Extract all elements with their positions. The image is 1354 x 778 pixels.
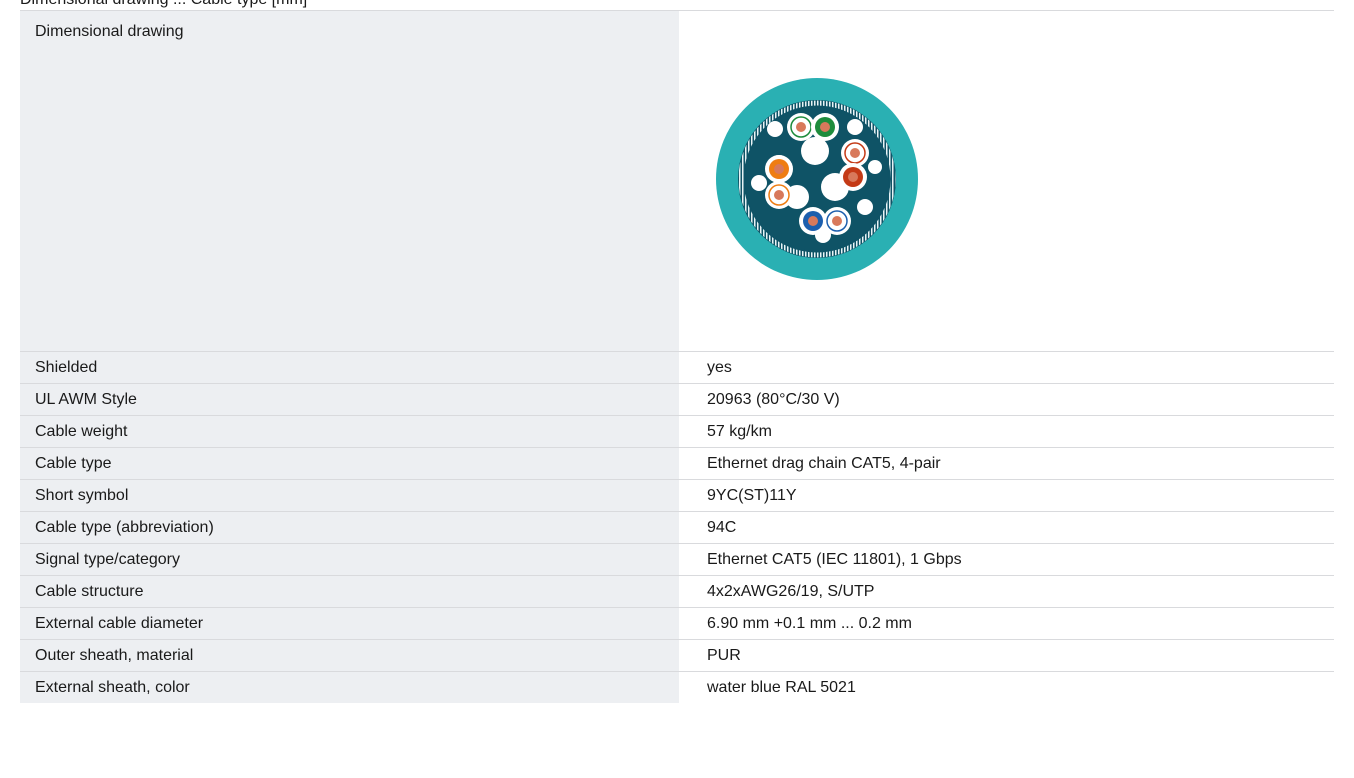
row-label: Outer sheath, material xyxy=(20,639,679,672)
table-row: Cable weight 57 kg/km xyxy=(20,415,1334,448)
technical-data-table: Dimensional drawing Shielded yes UL AWM … xyxy=(20,10,1334,703)
row-label: Dimensional drawing xyxy=(20,10,679,352)
drawing-cell xyxy=(679,10,1334,352)
row-value: 6.90 mm +0.1 mm ... 0.2 mm xyxy=(679,607,1334,640)
table-row: Cable type Ethernet drag chain CAT5, 4-pa… xyxy=(20,447,1334,480)
table-row: Cable type (abbreviation) 94C xyxy=(20,511,1334,544)
row-label: External cable diameter xyxy=(20,607,679,640)
row-value: water blue RAL 5021 xyxy=(679,671,1334,703)
row-value: yes xyxy=(679,351,1334,384)
row-value: PUR xyxy=(679,639,1334,672)
row-label: Cable type (abbreviation) xyxy=(20,511,679,544)
table-row: External cable diameter 6.90 mm +0.1 mm .… xyxy=(20,607,1334,640)
row-label: Short symbol xyxy=(20,479,679,512)
table-row: Signal type/category Ethernet CAT5 (IEC 1… xyxy=(20,543,1334,576)
table-row: Shielded yes xyxy=(20,351,1334,384)
row-label: External sheath, color xyxy=(20,671,679,703)
row-value: 20963 (80°C/30 V) xyxy=(679,383,1334,416)
row-label: Signal type/category xyxy=(20,543,679,576)
table-row: UL AWM Style 20963 (80°C/30 V) xyxy=(20,383,1334,416)
spec-rows: Shielded yes UL AWM Style 20963 (80°C/30 V)… xyxy=(20,351,1334,703)
row-label: Cable weight xyxy=(20,415,679,448)
table-row: Short symbol 9YC(ST)11Y xyxy=(20,479,1334,512)
spec-page: Dimensional drawing ... Cable type [mm] … xyxy=(0,0,1354,778)
table-row: Cable structure 4x2xAWG26/19, S/UTP xyxy=(20,575,1334,608)
row-value: 9YC(ST)11Y xyxy=(679,479,1334,512)
cut-off-heading: Dimensional drawing ... Cable type [mm] xyxy=(20,0,307,9)
row-value: Ethernet drag chain CAT5, 4-pair xyxy=(679,447,1334,480)
row-value: 57 kg/km xyxy=(679,415,1334,448)
table-row: Dimensional drawing xyxy=(20,10,1334,352)
row-label: Cable structure xyxy=(20,575,679,608)
table-row: Outer sheath, material PUR xyxy=(20,639,1334,672)
row-label: Cable type xyxy=(20,447,679,480)
table-row: External sheath, color water blue RAL 502… xyxy=(20,671,1334,703)
row-value: 4x2xAWG26/19, S/UTP xyxy=(679,575,1334,608)
row-value: 94C xyxy=(679,511,1334,544)
row-label: UL AWM Style xyxy=(20,383,679,416)
row-label: Shielded xyxy=(20,351,679,384)
cable-cross-section-image xyxy=(716,78,918,280)
row-value: Ethernet CAT5 (IEC 11801), 1 Gbps xyxy=(679,543,1334,576)
